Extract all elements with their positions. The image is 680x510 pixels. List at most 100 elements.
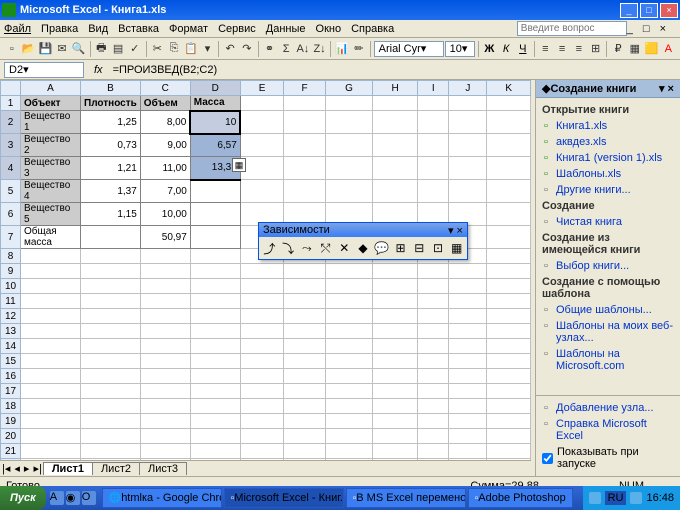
cell[interactable]: 50,97 bbox=[140, 226, 190, 249]
font-color-icon[interactable]: A bbox=[660, 40, 676, 58]
remove-dependents-icon[interactable]: ⤲ bbox=[317, 239, 334, 257]
row-6[interactable]: 6 bbox=[1, 203, 21, 226]
borders-icon[interactable]: ▦ bbox=[627, 40, 643, 58]
trace-precedents-icon[interactable]: ⤴ bbox=[261, 239, 278, 257]
font-name-select[interactable]: Arial Cyr ▾ bbox=[374, 41, 444, 57]
trace-error-icon[interactable]: ◆ bbox=[355, 239, 372, 257]
link-file[interactable]: Книга1 (version 1).xls bbox=[542, 150, 674, 166]
link-file[interactable]: аквдез.xls bbox=[542, 134, 674, 150]
fill-color-icon[interactable]: 🟨 bbox=[644, 40, 660, 58]
spreadsheet-grid[interactable]: A B C D E F G H I J K 1ОбъектПлотностьОб… bbox=[0, 80, 531, 460]
cell-D2[interactable]: 10 bbox=[190, 111, 240, 134]
col-B[interactable]: B bbox=[81, 81, 141, 96]
chart-icon[interactable]: 📊 bbox=[334, 40, 350, 58]
link-choose-book[interactable]: Выбор книги... bbox=[542, 258, 674, 274]
link-template[interactable]: Общие шаблоны... bbox=[542, 302, 674, 318]
col-D[interactable]: D bbox=[190, 81, 240, 96]
tray-icon[interactable] bbox=[630, 492, 642, 504]
col-A[interactable]: A bbox=[21, 81, 81, 96]
draw-icon[interactable]: ✏ bbox=[351, 40, 367, 58]
taskbar-item[interactable]: 🌐 htmlка - Google Chrome bbox=[102, 488, 222, 508]
clear-circles-icon[interactable]: ⊟ bbox=[411, 239, 428, 257]
col-I[interactable]: I bbox=[418, 81, 449, 96]
menu-edit[interactable]: Правка bbox=[41, 23, 78, 35]
align-left-icon[interactable]: ≡ bbox=[538, 40, 554, 58]
cell-D3[interactable]: 6,57 bbox=[190, 134, 240, 157]
clock[interactable]: 16:48 bbox=[646, 492, 674, 504]
link-file[interactable]: Книга1.xls bbox=[542, 118, 674, 134]
float-title[interactable]: Зависимости▾ × bbox=[259, 223, 467, 237]
merge-icon[interactable]: ⊞ bbox=[588, 40, 604, 58]
trace-dependents-icon[interactable]: ⤳ bbox=[298, 239, 315, 257]
currency-icon[interactable]: ₽ bbox=[610, 40, 626, 58]
align-center-icon[interactable]: ≡ bbox=[554, 40, 570, 58]
ql-icon[interactable]: ◉ bbox=[66, 491, 80, 505]
cell[interactable]: Вещество 2 bbox=[21, 134, 81, 157]
formula-input[interactable]: =ПРОИЗВЕД(B2;C2) bbox=[109, 64, 680, 76]
tab-sheet2[interactable]: Лист2 bbox=[92, 462, 140, 475]
search-icon[interactable]: 🔍 bbox=[71, 40, 87, 58]
link-more-books[interactable]: Другие книги... bbox=[542, 182, 674, 198]
col-F[interactable]: F bbox=[284, 81, 326, 96]
cell[interactable]: 1,21 bbox=[81, 157, 141, 180]
new-icon[interactable]: ▫ bbox=[4, 40, 20, 58]
cell[interactable]: Объект bbox=[21, 96, 81, 111]
dependencies-toolbar[interactable]: Зависимости▾ × ⤴ ⤵ ⤳ ⤲ ✕ ◆ 💬 ⊞ ⊟ ⊡ ▦ bbox=[258, 222, 468, 260]
menu-tools[interactable]: Сервис bbox=[218, 23, 256, 35]
doc-restore-button[interactable]: □ bbox=[643, 23, 650, 35]
cell[interactable]: 10,00 bbox=[140, 203, 190, 226]
tab-prev-icon[interactable]: ◂ bbox=[12, 462, 22, 475]
link-blank-book[interactable]: Чистая книга bbox=[542, 214, 674, 230]
col-E[interactable]: E bbox=[240, 81, 283, 96]
maximize-button[interactable]: □ bbox=[640, 3, 658, 18]
cell[interactable]: Объем bbox=[140, 96, 190, 111]
cell[interactable]: 11,00 bbox=[140, 157, 190, 180]
menu-insert[interactable]: Вставка bbox=[118, 23, 159, 35]
link-template[interactable]: Шаблоны на Microsoft.com bbox=[542, 346, 674, 374]
mail-icon[interactable]: ✉ bbox=[54, 40, 70, 58]
row-8[interactable]: 8 bbox=[1, 249, 21, 264]
remove-precedents-icon[interactable]: ⤵ bbox=[280, 239, 297, 257]
underline-icon[interactable]: Ч bbox=[515, 40, 531, 58]
preview-icon[interactable]: ▤ bbox=[110, 40, 126, 58]
row-2[interactable]: 2 bbox=[1, 111, 21, 134]
link-add-node[interactable]: Добавление узла... bbox=[542, 400, 674, 416]
sort-desc-icon[interactable]: Z↓ bbox=[312, 40, 328, 58]
col-H[interactable]: H bbox=[372, 81, 417, 96]
cell[interactable]: Общая масса bbox=[21, 226, 81, 249]
comment-icon[interactable]: 💬 bbox=[373, 239, 390, 257]
menu-help[interactable]: Справка bbox=[351, 23, 394, 35]
sum-icon[interactable]: Σ bbox=[278, 40, 294, 58]
help-question-input[interactable] bbox=[517, 21, 627, 36]
tab-sheet1[interactable]: Лист1 bbox=[43, 462, 93, 475]
link-excel-help[interactable]: Справка Microsoft Excel bbox=[542, 416, 674, 444]
format-painter-icon[interactable]: ▾ bbox=[200, 40, 216, 58]
save-icon[interactable]: 💾 bbox=[37, 40, 53, 58]
sort-asc-icon[interactable]: A↓ bbox=[295, 40, 311, 58]
cell[interactable]: 0,73 bbox=[81, 134, 141, 157]
row-9[interactable]: 9 bbox=[1, 264, 21, 279]
row-5[interactable]: 5 bbox=[1, 180, 21, 203]
cut-icon[interactable]: ✂ bbox=[150, 40, 166, 58]
start-button[interactable]: Пуск bbox=[0, 486, 46, 510]
row-7[interactable]: 7 bbox=[1, 226, 21, 249]
col-G[interactable]: G bbox=[325, 81, 372, 96]
select-all[interactable] bbox=[1, 81, 21, 96]
row-3[interactable]: 3 bbox=[1, 134, 21, 157]
lang-indicator[interactable]: RU bbox=[605, 491, 627, 505]
menu-data[interactable]: Данные bbox=[266, 23, 306, 35]
fx-icon[interactable]: fx bbox=[94, 64, 103, 76]
menu-view[interactable]: Вид bbox=[88, 23, 108, 35]
print-icon[interactable]: 🖶 bbox=[93, 40, 109, 58]
cell[interactable]: Плотность bbox=[81, 96, 141, 111]
taskbar-item[interactable]: ▫ В MS Excel переменожит... bbox=[346, 488, 466, 508]
tab-next-icon[interactable]: ▸ bbox=[22, 462, 32, 475]
cell[interactable]: 1,37 bbox=[81, 180, 141, 203]
evaluate-icon[interactable]: ▦ bbox=[448, 239, 465, 257]
font-size-select[interactable]: 10 ▾ bbox=[445, 41, 475, 57]
tab-first-icon[interactable]: |◂ bbox=[0, 462, 12, 475]
col-K[interactable]: K bbox=[487, 81, 531, 96]
ql-icon[interactable]: O bbox=[82, 491, 96, 505]
cell[interactable]: Вещество 5 bbox=[21, 203, 81, 226]
doc-close-button[interactable]: × bbox=[660, 23, 666, 35]
